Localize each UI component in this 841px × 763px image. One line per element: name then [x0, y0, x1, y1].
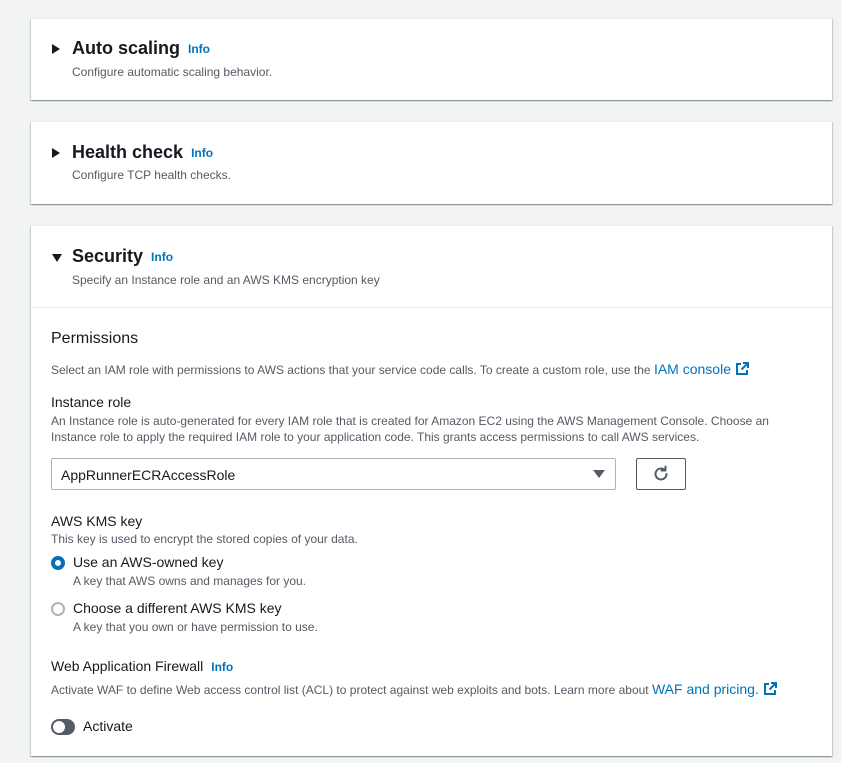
custom-kms-key-description: A key that you own or have permission to…: [73, 620, 318, 634]
health-check-title[interactable]: Health check: [72, 142, 183, 162]
waf-label-wrap: Web Application Firewall Info: [51, 658, 233, 674]
instance-role-desc-line1: An Instance role is auto-generated for e…: [51, 414, 769, 428]
auto-scaling-title-wrap[interactable]: Auto scaling Info: [72, 38, 210, 59]
waf-pricing-link[interactable]: WAF and pricing.: [652, 681, 759, 697]
caret-down-icon[interactable]: [593, 470, 605, 478]
waf-text-wrap: Activate WAF to define Web access contro…: [51, 681, 777, 697]
health-check-description: Configure TCP health checks.: [72, 168, 231, 182]
waf-activate-label[interactable]: Activate: [83, 718, 133, 734]
health-check-info-link[interactable]: Info: [191, 146, 213, 160]
expand-caret-icon[interactable]: [52, 44, 60, 54]
instance-role-label: Instance role: [51, 394, 132, 410]
external-link-icon[interactable]: [735, 362, 749, 376]
refresh-roles-button[interactable]: [636, 458, 686, 490]
auto-scaling-description: Configure automatic scaling behavior.: [72, 65, 273, 79]
radio-custom-kms-key[interactable]: [51, 602, 65, 616]
permissions-heading: Permissions: [51, 330, 139, 347]
permissions-text-wrap: Select an IAM role with permissions to A…: [51, 361, 749, 377]
health-check-title-wrap[interactable]: Health check Info: [72, 142, 213, 163]
expand-caret-icon[interactable]: [52, 148, 60, 158]
auto-scaling-title[interactable]: Auto scaling: [72, 38, 180, 58]
instance-role-desc-line2: Instance role to apply the required IAM …: [51, 430, 700, 444]
radio-aws-owned-key[interactable]: [51, 556, 65, 570]
refresh-icon[interactable]: [652, 465, 670, 483]
instance-role-selected-value[interactable]: AppRunnerECRAccessRole: [61, 467, 235, 483]
collapse-caret-icon[interactable]: [52, 254, 62, 262]
kms-key-label: AWS KMS key: [51, 513, 143, 529]
instance-role-select[interactable]: AppRunnerECRAccessRole: [51, 458, 616, 490]
security-info-link[interactable]: Info: [151, 250, 173, 264]
kms-key-description: This key is used to encrypt the stored c…: [51, 532, 358, 546]
iam-console-link[interactable]: IAM console: [654, 361, 731, 377]
aws-owned-key-label[interactable]: Use an AWS-owned key: [73, 554, 223, 570]
security-description: Specify an Instance role and an AWS KMS …: [72, 273, 380, 287]
external-link-icon[interactable]: [763, 682, 777, 696]
custom-kms-key-label[interactable]: Choose a different AWS KMS key: [73, 600, 282, 616]
auto-scaling-panel: Auto scaling Info Configure automatic sca…: [31, 18, 832, 100]
permissions-text: Select an IAM role with permissions to A…: [51, 363, 651, 377]
waf-info-link[interactable]: Info: [211, 660, 233, 674]
waf-label: Web Application Firewall: [51, 658, 204, 674]
aws-owned-key-description: A key that AWS owns and manages for you.: [73, 574, 307, 588]
security-title[interactable]: Security: [72, 246, 143, 266]
auto-scaling-info-link[interactable]: Info: [188, 42, 210, 56]
security-panel: Security Info Specify an Instance role an…: [31, 225, 832, 756]
health-check-panel: Health check Info Configure TCP health ch…: [31, 121, 832, 204]
section-divider: [31, 307, 832, 308]
toggle-knob: [53, 721, 65, 733]
waf-text: Activate WAF to define Web access contro…: [51, 683, 649, 697]
security-title-wrap[interactable]: Security Info: [72, 246, 173, 267]
waf-activate-toggle[interactable]: [51, 719, 75, 735]
